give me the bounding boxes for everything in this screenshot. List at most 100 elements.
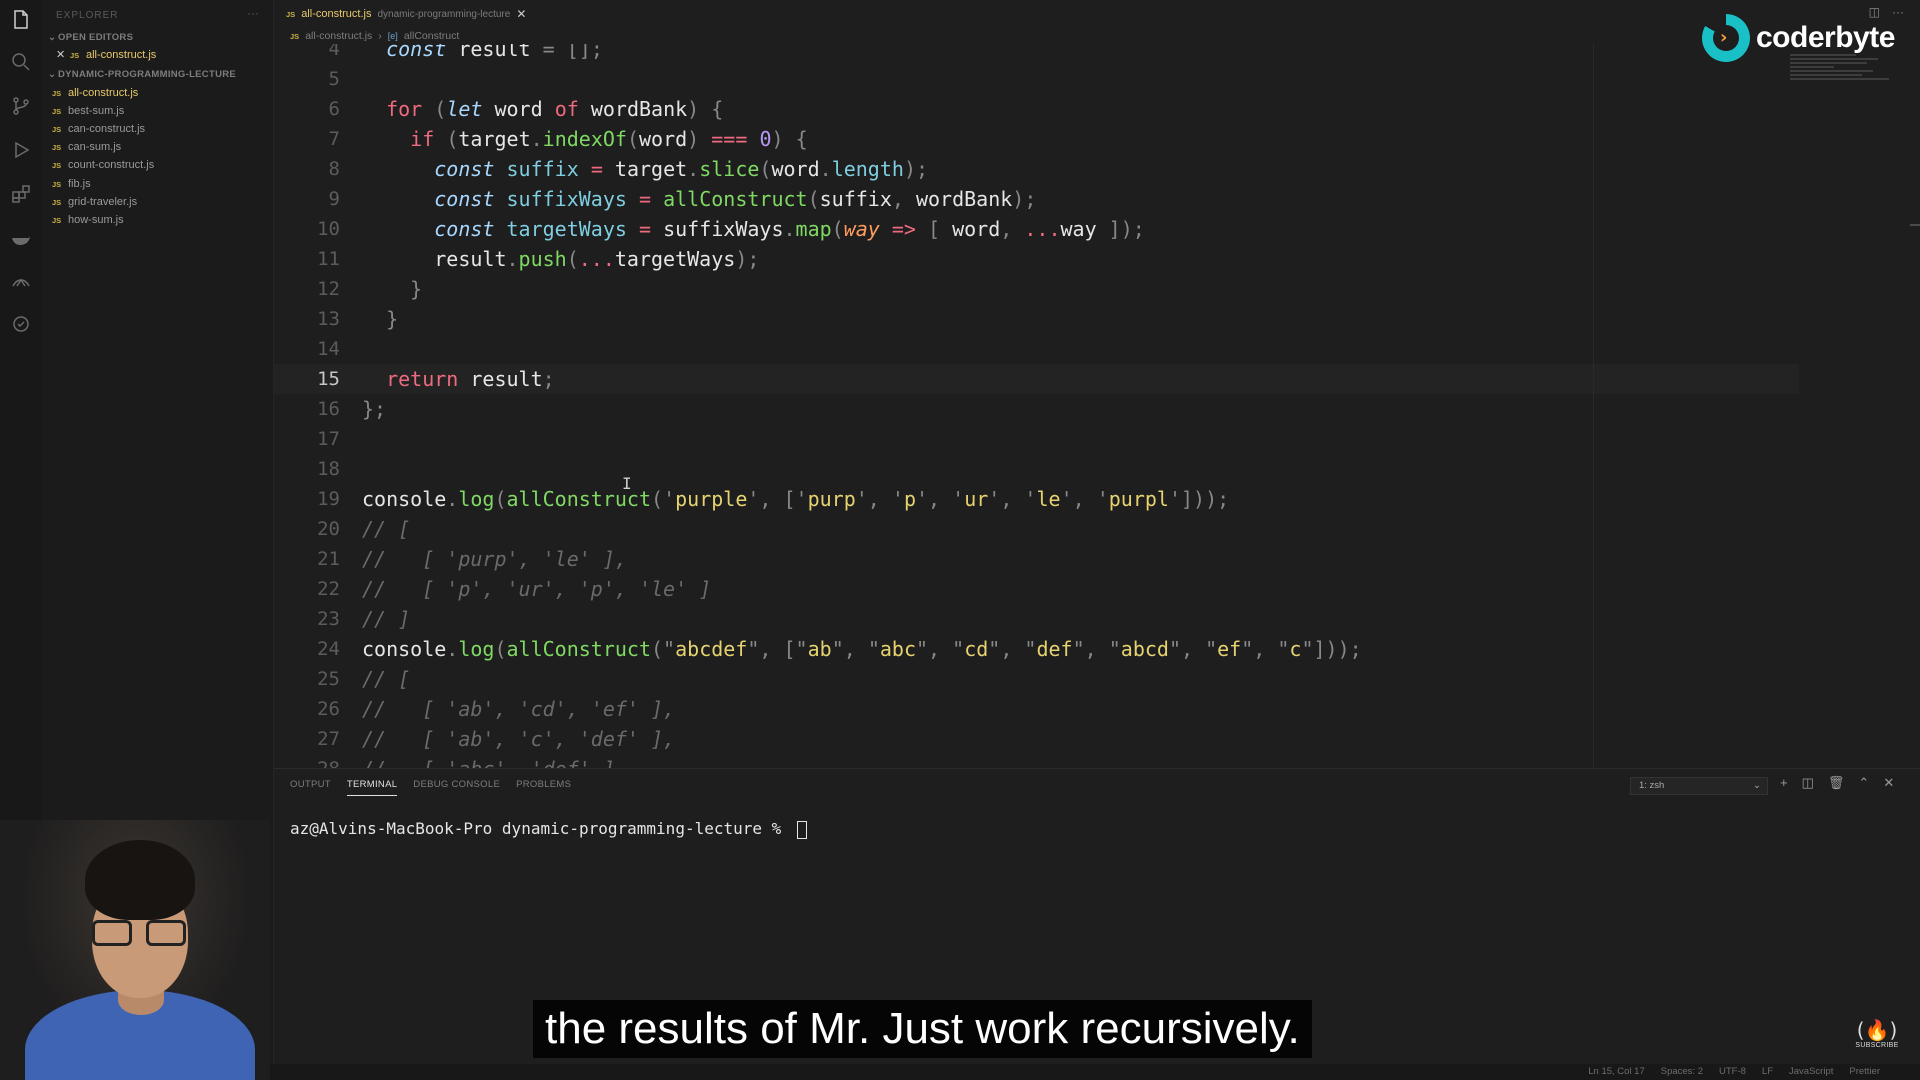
terminal-select-value: 1: zsh <box>1639 780 1665 791</box>
minimap[interactable] <box>1790 52 1900 122</box>
editor-ruler <box>1593 44 1594 768</box>
tab-debug-console[interactable]: DEBUG CONSOLE <box>413 779 500 796</box>
breadcrumb: JS all-construct.js › [e] allConstruct <box>290 30 459 42</box>
status-formatter[interactable]: Prettier <box>1849 1066 1880 1077</box>
tab-label: all-construct.js <box>301 8 372 20</box>
new-terminal-icon[interactable]: + <box>1780 775 1788 791</box>
line-number: 26 <box>317 698 340 720</box>
code-line: 17 <box>274 424 1920 454</box>
code-line: 13 } <box>274 304 1920 334</box>
code-line: 21// [ 'purp', 'le' ], <box>274 544 1920 574</box>
extensions-icon[interactable] <box>9 182 33 206</box>
tab-output[interactable]: OUTPUT <box>290 779 331 796</box>
flame-icon: (🔥) <box>1856 1018 1898 1042</box>
close-panel-icon[interactable]: ✕ <box>1883 775 1894 791</box>
file-item[interactable]: JS can-construct.js <box>42 120 274 138</box>
file-label: all-construct.js <box>68 87 139 99</box>
file-item[interactable]: JS count-construct.js <box>42 156 274 174</box>
source-control-icon[interactable] <box>9 94 33 118</box>
run-debug-icon[interactable] <box>9 138 33 162</box>
file-item[interactable]: JS can-sum.js <box>42 138 274 156</box>
file-item[interactable]: JS fib.js <box>42 175 274 193</box>
code-line: 7 if (target.indexOf(word) === 0) { <box>274 124 1920 154</box>
file-item[interactable]: JS best-sum.js <box>42 102 274 120</box>
code-editor[interactable]: 4 const result = []; 5 6 for (let word o… <box>274 44 1920 768</box>
line-number: 18 <box>317 458 340 480</box>
chevron-right-icon: › <box>378 30 382 42</box>
code-line: 19 console.log(allConstruct('purple', ['p… <box>274 484 1920 514</box>
file-label: count-construct.js <box>68 159 155 171</box>
close-icon[interactable]: ✕ <box>56 46 70 64</box>
tab-problems[interactable]: PROBLEMS <box>516 779 571 796</box>
tab-terminal[interactable]: TERMINAL <box>346 779 398 796</box>
remote-icon[interactable] <box>9 270 33 294</box>
code-area[interactable]: 4 const result = []; 5 6 for (let word o… <box>274 44 1920 768</box>
split-terminal-icon[interactable]: ◫ <box>1802 775 1814 791</box>
code-line: 24 console.log(allConstruct("abcdef", ["a… <box>274 634 1920 664</box>
line-number: 20 <box>317 518 340 540</box>
panel-tabs: OUTPUT TERMINAL DEBUG CONSOLE PROBLEMS <box>290 779 571 796</box>
breadcrumb-file[interactable]: all-construct.js <box>305 30 372 42</box>
editor-tab-bar: JS all-construct.js dynamic-programming-… <box>274 0 1920 28</box>
code-line: 12 } <box>274 274 1920 304</box>
js-file-icon: JS <box>52 89 62 98</box>
folder-title: DYNAMIC-PROGRAMMING-LECTURE <box>58 69 237 80</box>
maximize-panel-icon[interactable]: ⌃ <box>1858 775 1869 791</box>
workspace-folder-section[interactable]: ⌄ DYNAMIC-PROGRAMMING-LECTURE <box>48 69 236 80</box>
close-icon[interactable]: ✕ <box>516 7 526 21</box>
open-editor-item[interactable]: ✕ JS all-construct.js <box>42 46 274 64</box>
tab-directory: dynamic-programming-lecture <box>377 8 511 20</box>
status-cursor-position[interactable]: Ln 15, Col 17 <box>1588 1066 1645 1077</box>
js-file-icon: JS <box>52 180 62 189</box>
coderbyte-logo: › coderbyte <box>1702 14 1895 62</box>
chevron-down-icon: ⌄ <box>48 32 57 43</box>
file-label: fib.js <box>68 178 91 190</box>
more-actions-icon[interactable]: ··· <box>247 6 259 20</box>
code-line: 20// [ <box>274 514 1920 544</box>
open-editors-section[interactable]: ⌄ OPEN EDITORS <box>48 32 133 43</box>
subscribe-label: SUBSCRIBE <box>1855 1042 1899 1049</box>
line-number: 4 <box>328 44 340 60</box>
status-items: Ln 15, Col 17 Spaces: 2 UTF-8 LF JavaScr… <box>1588 1066 1880 1077</box>
file-item[interactable]: JS how-sum.js <box>42 211 274 229</box>
search-icon[interactable] <box>9 50 33 74</box>
js-file-icon: JS <box>52 161 62 170</box>
file-item[interactable]: JS all-construct.js <box>42 84 274 102</box>
line-number: 14 <box>317 338 340 360</box>
line-number: 19 <box>317 488 340 510</box>
line-number: 25 <box>317 668 340 690</box>
panel-actions: + ◫ 🗑 ⌃ ✕ <box>1780 775 1894 791</box>
line-number: 11 <box>317 248 340 270</box>
scrollbar-marker[interactable] <box>1910 224 1920 226</box>
trash-icon[interactable]: 🗑 <box>1828 775 1845 791</box>
terminal-output[interactable]: az@Alvins-MacBook-Pro dynamic-programmin… <box>290 819 807 839</box>
terminal-cursor <box>796 820 807 839</box>
file-label: how-sum.js <box>68 214 124 226</box>
text-cursor-icon: I <box>622 474 632 493</box>
live-share-icon[interactable] <box>9 312 33 336</box>
file-label: grid-traveler.js <box>68 196 138 208</box>
symbol-variable-icon: [e] <box>387 31 398 41</box>
breadcrumb-symbol[interactable]: allConstruct <box>404 30 459 42</box>
status-eol[interactable]: LF <box>1762 1066 1773 1077</box>
status-language[interactable]: JavaScript <box>1789 1066 1833 1077</box>
file-item[interactable]: JS grid-traveler.js <box>42 193 274 211</box>
js-file-icon: JS <box>52 125 62 134</box>
status-encoding[interactable]: UTF-8 <box>1719 1066 1746 1077</box>
line-number: 24 <box>317 638 340 660</box>
terminal-select[interactable]: 1: zsh ⌄ <box>1630 777 1768 795</box>
line-number: 27 <box>317 728 340 750</box>
terminal-prompt: az@Alvins-MacBook-Pro dynamic-programmin… <box>290 819 791 838</box>
files-icon[interactable] <box>9 8 33 32</box>
tab-all-construct[interactable]: JS all-construct.js dynamic-programming-… <box>274 0 537 28</box>
code-line: 8 const suffix = target.slice(word.lengt… <box>274 154 1920 184</box>
subscribe-badge: (🔥) SUBSCRIBE <box>1854 1018 1900 1058</box>
status-indentation[interactable]: Spaces: 2 <box>1661 1066 1703 1077</box>
coderbyte-logo-text: coderbyte <box>1756 21 1895 54</box>
line-number: 21 <box>317 548 340 570</box>
open-editors-title: OPEN EDITORS <box>58 32 134 43</box>
coderbyte-logo-mark-icon: › <box>1702 14 1750 62</box>
docker-icon[interactable] <box>9 226 33 250</box>
code-line: 28// [ 'abc', 'def' ], <box>274 754 1920 768</box>
file-label: can-construct.js <box>68 123 146 135</box>
